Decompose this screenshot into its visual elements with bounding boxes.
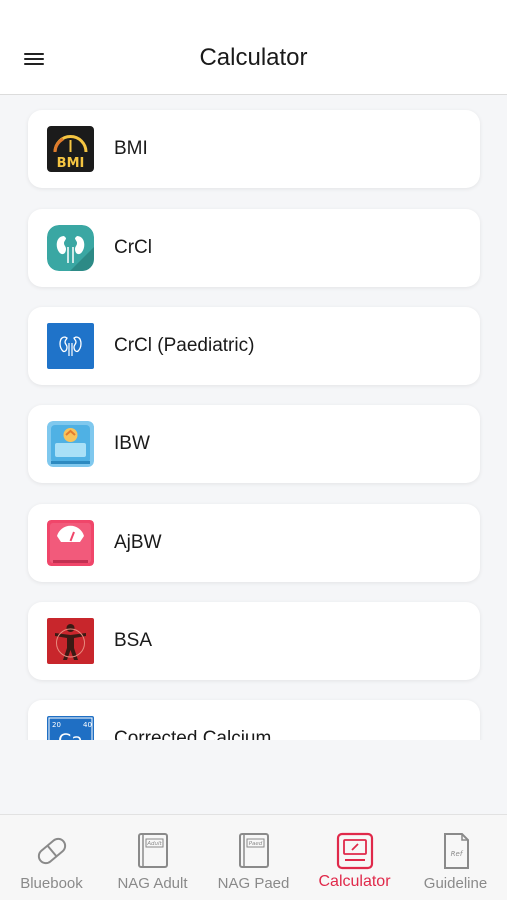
kidney-icon xyxy=(47,225,94,271)
tab-label: Guideline xyxy=(423,875,488,892)
tab-calculator[interactable]: Calculator xyxy=(304,815,405,900)
calculator-item-bmi[interactable]: BMI BMI xyxy=(28,110,480,188)
calculator-label: IBW xyxy=(114,433,150,454)
pill-icon xyxy=(32,831,72,871)
calcium-symbol: Ca xyxy=(58,730,83,740)
calculator-item-crcl-paediatric[interactable]: CrCl (Paediatric) xyxy=(28,307,480,385)
app-header: Calculator xyxy=(0,0,507,95)
calculator-label: Corrected Calcium xyxy=(114,728,272,740)
adult-book-text: Adult xyxy=(146,841,162,847)
tab-nag-adult[interactable]: Adult NAG Adult xyxy=(102,815,203,900)
paed-book-icon: Paed xyxy=(234,831,274,871)
calcium-atomic-mass: 40 xyxy=(83,721,92,729)
bmi-gauge-icon: BMI xyxy=(47,126,94,172)
tab-bluebook[interactable]: Bluebook xyxy=(1,815,102,900)
calculator-item-ibw[interactable]: IBW xyxy=(28,405,480,483)
calculator-label: CrCl (Paediatric) xyxy=(114,335,255,356)
body-surface-area-icon xyxy=(47,618,94,664)
list-bottom-spacer xyxy=(0,740,507,814)
tab-label: Calculator xyxy=(318,873,391,890)
calculator-item-crcl[interactable]: CrCl xyxy=(28,209,480,287)
ref-document-text: Ref xyxy=(450,850,463,858)
calculator-label: BSA xyxy=(114,630,153,651)
bottom-tab-bar: Bluebook Adult NAG Adult Paed NAG Paed C… xyxy=(0,814,507,900)
calculator-list[interactable]: BMI BMI CrCl CrCl (Paediatric) IBW AjBW … xyxy=(0,96,507,740)
calculator-item-corrected-calcium[interactable]: 20 40 Ca Corrected Calcium xyxy=(28,700,480,740)
tab-label: NAG Adult xyxy=(117,875,188,892)
bmi-icon-text: BMI xyxy=(57,156,85,171)
tab-nag-paed[interactable]: Paed NAG Paed xyxy=(203,815,304,900)
tab-label: Bluebook xyxy=(20,875,83,892)
page-title: Calculator xyxy=(199,44,308,71)
calcium-element-icon: 20 40 Ca xyxy=(47,716,94,740)
calculator-tab-icon xyxy=(335,831,375,871)
calcium-atomic-number: 20 xyxy=(52,721,61,729)
tab-guideline[interactable]: Ref Guideline xyxy=(405,815,506,900)
calculator-label: BMI xyxy=(114,138,148,159)
weighing-scale-icon xyxy=(47,520,94,566)
calculator-item-bsa[interactable]: BSA xyxy=(28,602,480,680)
calculator-label: AjBW xyxy=(114,532,162,553)
calculator-label: CrCl xyxy=(114,237,152,258)
calculator-item-ajbw[interactable]: AjBW xyxy=(28,504,480,582)
kidney-blue-icon xyxy=(47,323,94,369)
paed-book-text: Paed xyxy=(248,841,262,847)
adult-book-icon: Adult xyxy=(133,831,173,871)
tab-label: NAG Paed xyxy=(217,875,290,892)
reference-document-icon: Ref xyxy=(436,831,476,871)
ideal-body-weight-icon xyxy=(47,421,94,467)
